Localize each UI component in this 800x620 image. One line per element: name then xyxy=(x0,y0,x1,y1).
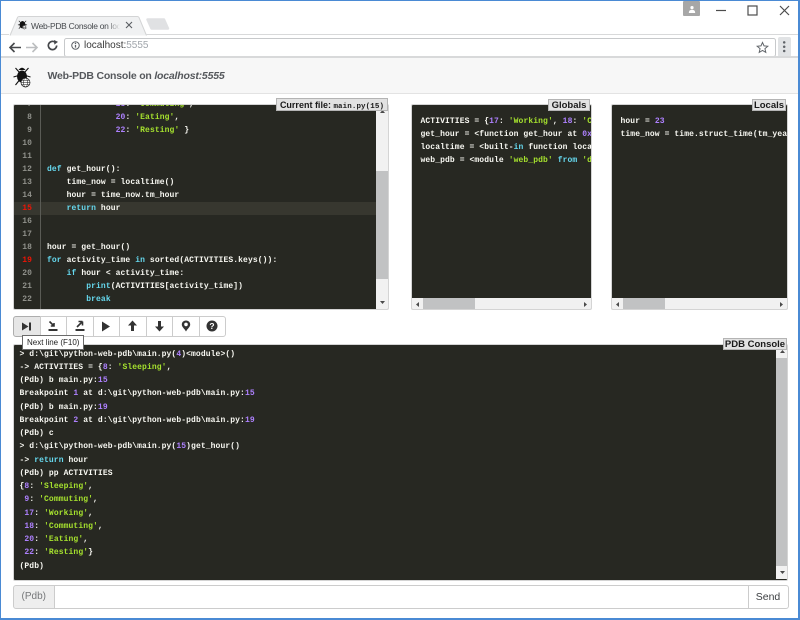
svg-text:?: ? xyxy=(210,321,215,331)
